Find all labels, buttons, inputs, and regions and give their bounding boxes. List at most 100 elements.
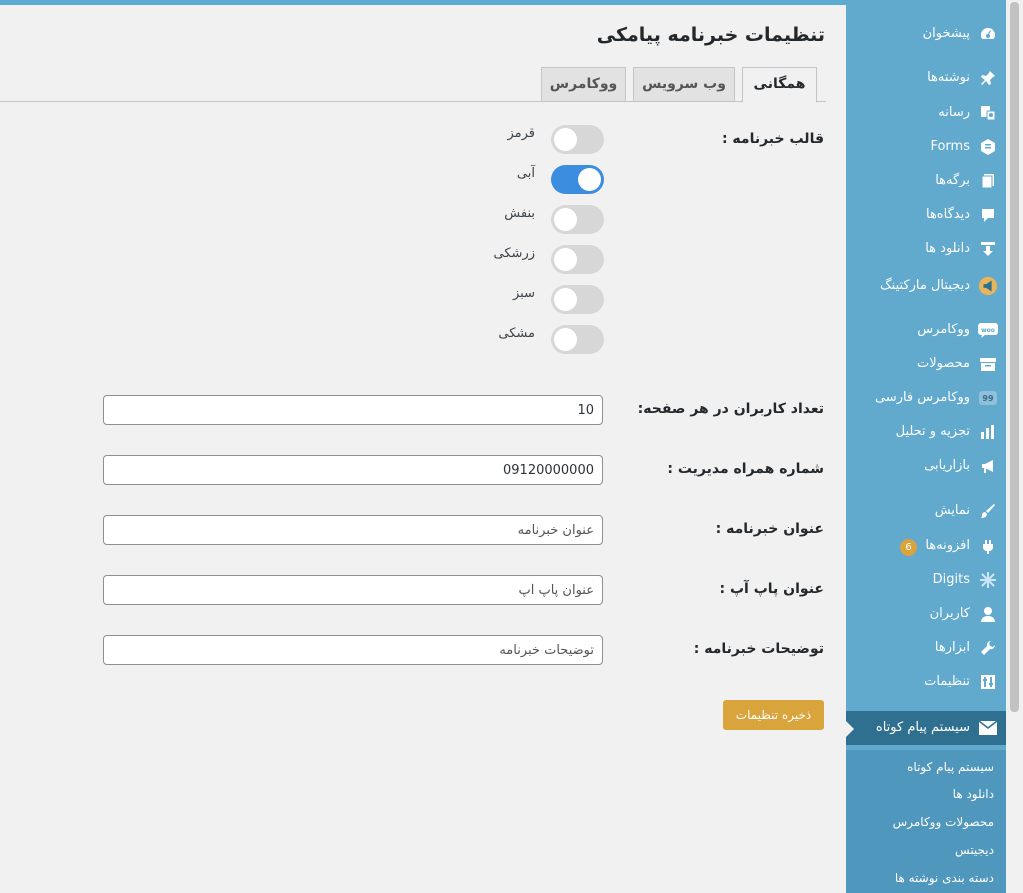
- sidebar-item-media[interactable]: رسانه: [846, 98, 1006, 128]
- sidebar-item-label: دیدگاه‌ها: [925, 207, 970, 222]
- sidebar-item-marketing[interactable]: بازاریابی: [846, 451, 1006, 481]
- template-option-label: آبی: [516, 166, 535, 181]
- sidebar-item-label: برگه‌ها: [935, 173, 970, 188]
- comments-icon: [978, 205, 998, 225]
- submenu-item-sms-system[interactable]: سیستم پیام کوتاه: [907, 760, 994, 774]
- sidebar-item-tools[interactable]: ابزارها: [846, 633, 1006, 663]
- pin-icon: [978, 68, 998, 88]
- woo-icon: woo: [978, 320, 998, 340]
- sidebar-item-label: دانلود ها: [925, 241, 970, 256]
- brush-icon: [978, 501, 998, 521]
- template-toggle-black[interactable]: [551, 325, 604, 354]
- sidebar-item-label: پیشخوان: [922, 26, 970, 41]
- user-icon: [978, 604, 998, 624]
- sidebar-item-settings[interactable]: تنظیمات: [846, 667, 1006, 697]
- sidebar-item-posts[interactable]: نوشته‌ها: [846, 63, 1006, 93]
- template-toggle-red[interactable]: [551, 125, 604, 154]
- template-option-label: سبز: [513, 286, 535, 301]
- tab-woocommerce[interactable]: ووکامرس: [541, 67, 626, 102]
- sidebar-item-woocommerce[interactable]: woo ووکامرس: [846, 315, 1006, 345]
- sidebar-item-sms-system[interactable]: سیستم پیام کوتاه: [846, 711, 1006, 745]
- template-label: قالب خبرنامه :: [721, 131, 824, 147]
- template-toggle-green[interactable]: [551, 285, 604, 314]
- toggle-knob: [578, 168, 601, 191]
- sidebar-item-appearance[interactable]: نمایش: [846, 496, 1006, 526]
- marketing-icon: [978, 456, 998, 476]
- sidebar-item-label: تجزیه و تحلیل: [895, 424, 970, 439]
- sidebar-item-label: محصولات: [917, 356, 970, 371]
- submenu-item-woo-products[interactable]: محصولات ووکامرس: [893, 815, 994, 829]
- sidebar-item-dashboard[interactable]: پیشخوان: [846, 19, 1006, 49]
- archive-icon: [978, 354, 998, 374]
- sidebar-item-label: ابزارها: [934, 640, 970, 655]
- sidebar-item-label: رسانه: [938, 105, 970, 120]
- admin-mobile-label: شماره همراه مدیریت :: [667, 461, 824, 477]
- download-icon: [978, 239, 998, 259]
- sidebar-item-label: افزونه‌ها: [925, 538, 970, 553]
- admin-mobile-input[interactable]: [103, 455, 603, 485]
- sidebar-item-digits[interactable]: Digits: [846, 565, 1006, 595]
- sidebar-item-products[interactable]: محصولات: [846, 349, 1006, 379]
- mail-icon: [978, 718, 998, 738]
- plugins-update-badge: 6: [900, 539, 917, 556]
- tab-general[interactable]: همگانی: [742, 67, 817, 103]
- template-option-label: مشکی: [498, 326, 535, 341]
- popup-title-input[interactable]: [103, 575, 603, 605]
- sidebar-item-forms[interactable]: Forms: [846, 132, 1006, 162]
- sidebar-item-analytics[interactable]: تجزیه و تحلیل: [846, 417, 1006, 447]
- toggle-knob: [554, 208, 577, 231]
- sidebar-item-label: ووکامرس: [917, 322, 970, 337]
- newsletter-desc-input[interactable]: [103, 635, 603, 665]
- megaphone-icon: [978, 276, 998, 296]
- svg-text:woo: woo: [981, 327, 995, 334]
- submenu-item-post-categories[interactable]: دسته بندی نوشته ها: [895, 871, 994, 885]
- sidebar-item-comments[interactable]: دیدگاه‌ها: [846, 200, 1006, 230]
- sidebar-item-label: دیجیتال مارکتینگ: [880, 278, 970, 293]
- sidebar-item-label: کاربران: [929, 606, 970, 621]
- sidebar-item-label: ووکامرس فارسی: [874, 390, 970, 405]
- plugin-icon: [978, 536, 998, 556]
- sidebar-item-label: بازاریابی: [924, 458, 970, 473]
- users-per-page-label: تعداد کاربران در هر صفحه:: [637, 401, 824, 417]
- sidebar-item-label: نوشته‌ها: [927, 70, 970, 85]
- sidebar-item-label: تنظیمات: [924, 674, 970, 689]
- sidebar-item-persian-woo[interactable]: 99 ووکامرس فارسی: [846, 383, 1006, 413]
- template-toggle-blue[interactable]: [551, 165, 604, 194]
- dashboard-icon: [978, 24, 998, 44]
- template-option-label: قرمز: [507, 126, 535, 141]
- media-icon: [978, 103, 998, 123]
- template-toggle-purple[interactable]: [551, 205, 604, 234]
- toggle-knob: [554, 288, 577, 311]
- sidebar-item-pages[interactable]: برگه‌ها: [846, 166, 1006, 196]
- toggle-knob: [554, 128, 577, 151]
- bar-chart-icon: [978, 422, 998, 442]
- sidebar-item-downloads[interactable]: دانلود ها: [846, 234, 1006, 264]
- pages-icon: [978, 171, 998, 191]
- sidebar-submenu: سیستم پیام کوتاه دانلود ها محصولات ووکام…: [846, 750, 1006, 893]
- template-toggle-crimson[interactable]: [551, 245, 604, 274]
- newsletter-title-input[interactable]: [103, 515, 603, 545]
- popup-title-label: عنوان پاپ آپ :: [719, 581, 824, 597]
- users-per-page-input[interactable]: [103, 395, 603, 425]
- toggle-knob: [554, 248, 577, 271]
- sidebar-scrollbar[interactable]: [1006, 0, 1023, 893]
- template-option-label: بنفش: [504, 206, 535, 221]
- svg-text:99: 99: [982, 394, 994, 403]
- digits-icon: [978, 570, 998, 590]
- save-settings-button[interactable]: ذخیره تنظیمات: [723, 700, 824, 730]
- forms-icon: [978, 137, 998, 157]
- page-title: تنظیمات خبرنامه پیامکی: [596, 24, 825, 46]
- persian-woo-icon: 99: [978, 388, 998, 408]
- submenu-item-downloads[interactable]: دانلود ها: [953, 787, 994, 801]
- settings-icon: [978, 672, 998, 692]
- template-option-label: زرشکی: [493, 246, 535, 261]
- sidebar-item-plugins[interactable]: افزونه‌ها 6: [846, 531, 1006, 561]
- submenu-item-digits[interactable]: دیجیتس: [955, 843, 994, 857]
- active-indicator: [846, 721, 854, 737]
- sidebar-item-users[interactable]: کاربران: [846, 599, 1006, 629]
- newsletter-desc-label: توضیحات خبرنامه :: [693, 641, 824, 657]
- tab-web-service[interactable]: وب سرویس: [633, 67, 735, 102]
- top-strip: [0, 0, 846, 5]
- scrollbar-thumb[interactable]: [1010, 2, 1019, 712]
- sidebar-item-digital-marketing[interactable]: دیجیتال مارکتینگ: [846, 271, 1006, 301]
